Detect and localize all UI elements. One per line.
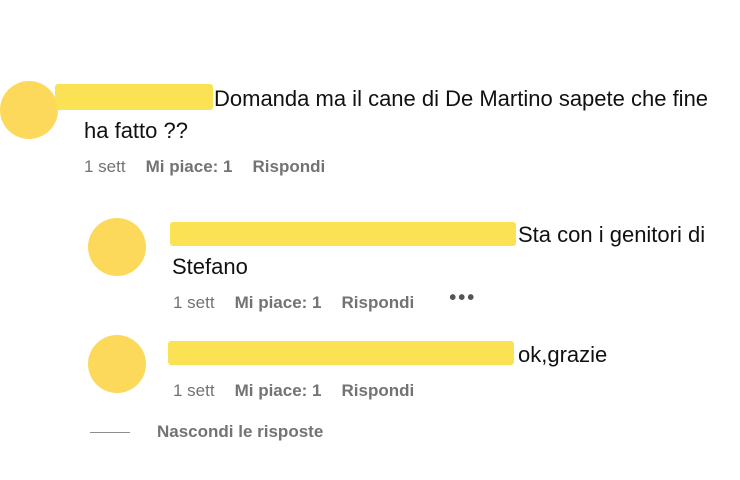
comment-text-continued: ha fatto ?? — [84, 116, 188, 146]
likes-count[interactable]: Mi piace: 1 — [146, 157, 233, 177]
timestamp[interactable]: 1 sett — [173, 381, 215, 401]
reply-button[interactable]: Rispondi — [342, 293, 415, 313]
hide-replies-button[interactable]: Nascondi le risposte — [157, 422, 323, 442]
avatar[interactable] — [0, 81, 58, 139]
redacted-username — [55, 84, 213, 110]
likes-count[interactable]: Mi piace: 1 — [235, 293, 322, 313]
reply-meta: 1 sett Mi piace: 1 Rispondi ••• — [173, 288, 476, 313]
timestamp[interactable]: 1 sett — [84, 157, 126, 177]
reply-text: Sta con i genitori di — [518, 220, 705, 250]
more-options-icon[interactable]: ••• — [449, 288, 476, 308]
likes-count[interactable]: Mi piace: 1 — [235, 381, 322, 401]
comment-line-2: ha fatto ?? — [84, 118, 188, 143]
reply-text-continued: Stefano — [172, 252, 248, 282]
redacted-username — [168, 341, 514, 365]
redacted-username — [170, 222, 516, 246]
comment-line-1: Domanda ma il cane di De Martino sapete … — [214, 86, 709, 111]
comment-meta: 1 sett Mi piace: 1 Rispondi — [84, 157, 325, 177]
reply-line-1: ok,grazie — [518, 342, 608, 367]
reply-line-2: Stefano — [172, 254, 248, 279]
reply-button[interactable]: Rispondi — [342, 381, 415, 401]
reply-meta: 1 sett Mi piace: 1 Rispondi — [173, 381, 414, 401]
avatar[interactable] — [88, 218, 146, 276]
timestamp[interactable]: 1 sett — [173, 293, 215, 313]
comment-text: Domanda ma il cane di De Martino sapete … — [214, 84, 708, 114]
hide-replies-divider — [90, 432, 130, 433]
avatar[interactable] — [88, 335, 146, 393]
reply-button[interactable]: Rispondi — [253, 157, 326, 177]
reply-line-1: Sta con i genitori di — [518, 222, 706, 247]
reply-text: ok,grazie — [518, 340, 607, 370]
